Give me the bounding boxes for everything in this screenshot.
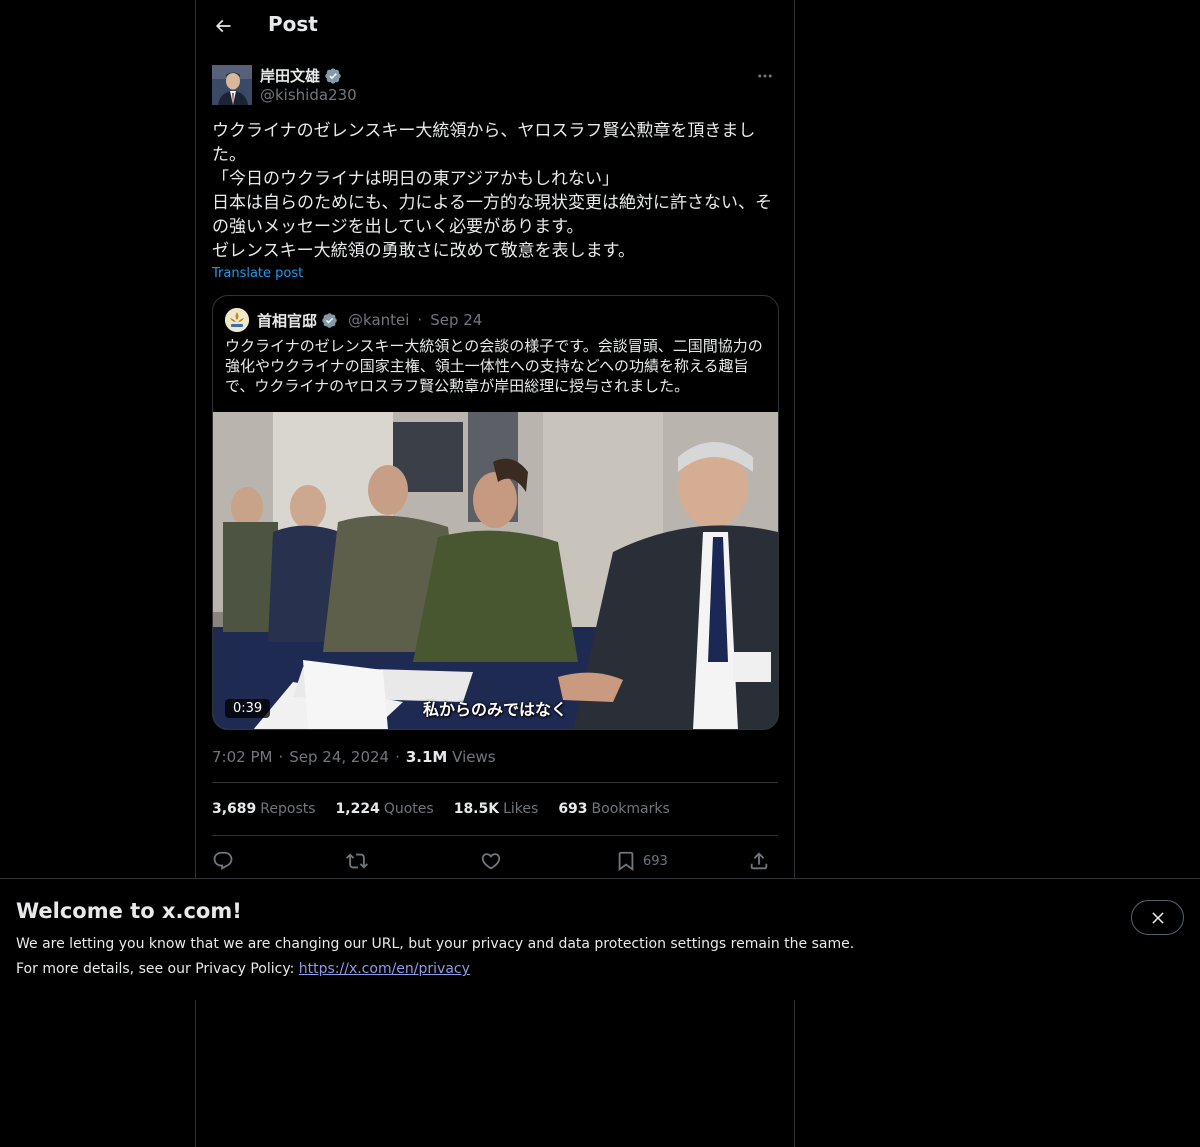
bookmark-button[interactable]: 693 [615, 848, 668, 874]
post-text-line: ゼレンスキー大統領の勇敢さに改めて敬意を表します。 [212, 241, 635, 261]
bookmarks-count: 693 [558, 801, 588, 817]
post-text-line: 「今日のウクライナは明日の東アジアかもしれない」 [212, 169, 619, 189]
post-author: 岸田文雄 @kishida230 [212, 64, 780, 106]
video-duration: 0:39 [225, 699, 271, 718]
repost-icon [346, 853, 368, 869]
post-time[interactable]: 7:02 PM [212, 748, 272, 766]
post-stats: 3,689 Reposts 1,224 Quotes 18.5K Likes 693 B… [212, 801, 670, 817]
quoted-post-date: Sep 24 [430, 311, 483, 329]
repost-button[interactable] [346, 848, 368, 874]
likes-label: Likes [503, 801, 539, 817]
privacy-policy-link[interactable]: https://x.com/en/privacy [299, 961, 470, 977]
quoted-post[interactable]: 首相官邸 @kantei · Sep 24 ウクライナのゼレンスキー大統領との会… [212, 295, 779, 730]
url-change-banner: Welcome to x.com! We are letting you kno… [0, 878, 1200, 1000]
author-handle[interactable]: @kishida230 [260, 86, 357, 104]
share-button[interactable] [748, 848, 770, 874]
post-text-line: た。 [212, 145, 246, 165]
post-date[interactable]: Sep 24, 2024 [289, 748, 389, 766]
post-text: ウクライナのゼレンスキー大統領から、ヤロスラフ賢公勲章を頂きまし た。 「今日の… [212, 119, 780, 263]
video-player[interactable]: 0:39 私からのみではなく [213, 412, 778, 729]
verified-badge-icon [325, 67, 341, 84]
post-text-line: 日本は自らのためにも、力による一方的な現状変更は絶対に許さない、そ [212, 193, 772, 213]
author-name[interactable]: 岸田文雄 [260, 65, 320, 86]
banner-policy-text: For more details, see our Privacy Policy… [16, 961, 295, 977]
top-bar: Post [196, 0, 794, 53]
quoted-post-text: ウクライナのゼレンスキー大統領との会談の様子です。会談冒頭、二国間協力の 強化や… [225, 336, 770, 396]
more-options-button[interactable] [750, 66, 780, 86]
divider [212, 782, 778, 783]
banner-message: We are letting you know that we are chan… [16, 936, 855, 952]
back-arrow-icon [215, 19, 231, 33]
kantei-logo-icon [225, 308, 249, 332]
reply-icon [213, 851, 233, 870]
banner-policy-line: For more details, see our Privacy Policy… [16, 961, 470, 977]
bookmark-count: 693 [643, 853, 668, 869]
action-bar: 693 [212, 848, 780, 874]
reply-button[interactable] [212, 848, 234, 874]
divider [212, 835, 778, 836]
reposts-stat[interactable]: 3,689 Reposts [212, 801, 316, 817]
verified-badge-icon [322, 312, 337, 328]
like-button[interactable] [480, 848, 502, 874]
more-icon [758, 74, 772, 78]
quotes-count: 1,224 [335, 801, 380, 817]
separator-dot: · [417, 311, 423, 329]
video-subtitle: 私からのみではなく [423, 700, 568, 719]
quoted-text-line: で、ウクライナのヤロスラフ賢公勲章が岸田総理に授与されました。 [225, 377, 690, 395]
separator-dot: · [395, 748, 400, 766]
likes-count: 18.5K [453, 801, 500, 817]
likes-stat[interactable]: 18.5K Likes [454, 801, 539, 817]
close-banner-button[interactable] [1131, 900, 1184, 935]
post-text-line: の強いメッセージを出していく必要があります。 [212, 217, 584, 237]
share-icon [750, 852, 768, 870]
back-button[interactable] [206, 9, 240, 43]
quotes-stat[interactable]: 1,224 Quotes [336, 801, 434, 817]
heart-icon [481, 853, 501, 870]
quoted-author-name: 首相官邸 [257, 311, 318, 330]
page-title: Post [268, 12, 318, 36]
post-meta: 7:02 PM · Sep 24, 2024 · 3.1M Views [212, 748, 496, 766]
views-label: Views [452, 748, 496, 766]
quoted-avatar [225, 308, 249, 332]
close-icon [1151, 911, 1164, 924]
reposts-count: 3,689 [212, 801, 257, 817]
reposts-label: Reposts [260, 801, 316, 817]
bookmarks-stat[interactable]: 693 Bookmarks [558, 801, 669, 817]
separator-dot: · [278, 748, 284, 766]
video-frame [213, 412, 778, 729]
quoted-post-header: 首相官邸 @kantei · Sep 24 [225, 308, 482, 332]
post-text-line: ウクライナのゼレンスキー大統領から、ヤロスラフ賢公勲章を頂きまし [212, 121, 756, 141]
translate-post-link[interactable]: Translate post [212, 266, 303, 281]
quoted-text-line: ウクライナのゼレンスキー大統領との会談の様子です。会談冒頭、二国間協力の [225, 337, 763, 355]
author-name-row: 岸田文雄 [260, 65, 342, 86]
quotes-label: Quotes [383, 801, 434, 817]
banner-title: Welcome to x.com! [16, 899, 242, 923]
bookmark-icon [618, 851, 634, 872]
quoted-text-line: 強化やウクライナの国家主権、領土一体性への支持などへの功績を称える趣旨 [225, 357, 749, 375]
avatar-image [212, 65, 252, 105]
bookmarks-label: Bookmarks [591, 801, 670, 817]
avatar[interactable] [212, 65, 252, 105]
views-count: 3.1M [405, 748, 448, 766]
quoted-author-handle: @kantei [348, 311, 410, 329]
